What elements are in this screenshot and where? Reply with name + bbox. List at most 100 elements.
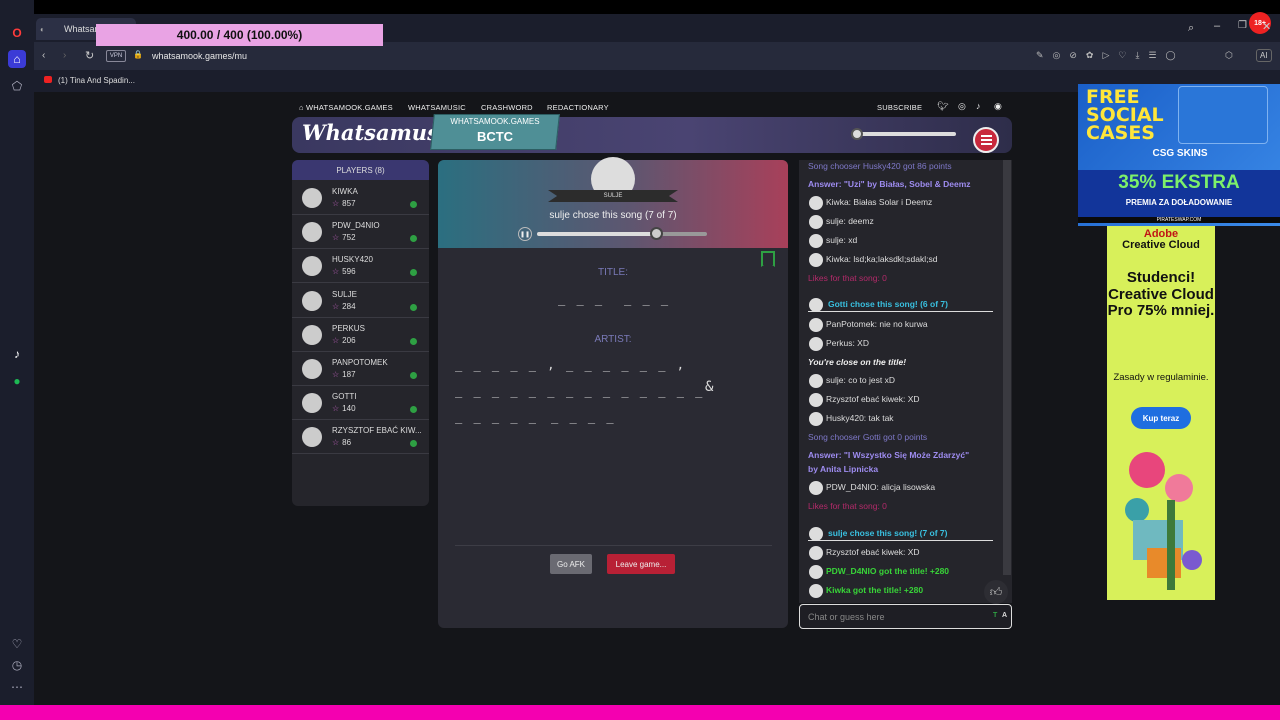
nav-home[interactable]: ⌂ WHATSAMOOK.GAMES [299, 103, 393, 112]
nav-whatsamusic[interactable]: WHATSAMUSIC [408, 103, 466, 112]
ad-adobe-cta[interactable]: Kup teraz [1131, 407, 1191, 429]
player-score: ☆ 187 [332, 370, 356, 379]
nav-home-label: WHATSAMOOK.GAMES [306, 103, 393, 112]
heart-icon[interactable]: ♡ [8, 635, 26, 653]
online-status-icon [410, 440, 417, 448]
chat-avatar [809, 481, 823, 495]
search-icon[interactable]: ⌕ [1188, 22, 1194, 35]
chat-avatar [809, 584, 823, 598]
volume-knob[interactable] [851, 128, 863, 140]
chat-avatar [809, 318, 823, 332]
player-score: ☆ 86 [332, 438, 351, 447]
lock-icon[interactable]: 🔒 [133, 50, 143, 59]
youtube-icon [44, 76, 52, 83]
player-name: PERKUS [332, 323, 365, 333]
minimize-icon[interactable]: – [1214, 20, 1220, 32]
song-progress-knob[interactable] [650, 227, 663, 240]
ampersand: & [705, 379, 716, 395]
artist-blank: _ _ _ _ _ _ _ _ [566, 384, 705, 398]
chat-avatar [809, 337, 823, 351]
chose-song-text: sulje chose this song (7 of 7) [549, 210, 677, 221]
chat-input-box[interactable] [799, 604, 1012, 629]
chat-avatar [809, 546, 823, 560]
url-field[interactable]: whatsamook.games/mu [152, 46, 1032, 66]
chat-avatar [809, 393, 823, 407]
chat-scrollbar[interactable] [1003, 160, 1011, 575]
chat-message-msg: PDW_D4NIO: alicja lisowska [826, 482, 936, 492]
bottom-magenta-strip [0, 705, 1280, 720]
chat-separator [808, 540, 993, 541]
chat-message-msg: sulje: xd [826, 235, 858, 245]
chat-avatar [809, 412, 823, 426]
leave-game-button[interactable]: Leave game... [607, 554, 675, 574]
reload-icon[interactable]: ↻ [85, 49, 94, 62]
bookmark-item[interactable]: (1) Tina And Spadin... [58, 76, 135, 85]
player-row: PDW_D4NIO ☆ 752 [292, 215, 429, 250]
go-afk-button[interactable]: Go AFK [550, 554, 592, 574]
title-label: TITLE: [597, 267, 628, 278]
back-icon[interactable]: ‹ [42, 50, 45, 61]
player-score-value: 187 [342, 370, 356, 379]
restore-icon[interactable]: ❐ [1238, 20, 1247, 31]
chat-input[interactable] [808, 610, 978, 624]
history-icon[interactable]: ◷ [8, 656, 26, 674]
home-icon[interactable]: ⌂ [8, 50, 26, 68]
nav-crashword[interactable]: CRASHWORD [481, 103, 533, 112]
top-black-strip [34, 0, 1280, 14]
game-divider [455, 545, 772, 546]
player-avatar [302, 256, 322, 277]
pin-icon[interactable]: ⬠ [8, 77, 26, 95]
instagram-icon[interactable]: ◎ [958, 101, 966, 112]
player-name: HUSKY420 [332, 255, 373, 265]
chat-message-chose: sulje chose this song! (7 of 7) [828, 528, 948, 538]
chat-message-msg: Perkus: XD [826, 338, 869, 348]
volume-slider[interactable] [856, 132, 956, 136]
tiktok-site-icon[interactable]: ♪ [976, 101, 981, 111]
close-icon[interactable]: ✕ [1262, 20, 1271, 33]
nav-subscribe[interactable]: SUBSCRIBE [877, 103, 922, 112]
more-icon[interactable]: ⋯ [8, 678, 26, 696]
chat-message-sys: Song chooser Husky420 got 86 points [808, 161, 952, 171]
ai-button[interactable]: AI [1256, 49, 1272, 62]
ad-adobe-brand: Adobe Creative Cloud [1107, 229, 1215, 251]
chat-message-msg: sulje: deemz [826, 216, 874, 226]
tab-favicon-icon: ◐ [40, 24, 45, 34]
player-avatar [302, 359, 322, 379]
player-score: ☆ 596 [332, 267, 356, 276]
ad-offer: 35% EKSTRA [1118, 172, 1240, 193]
spotify-icon[interactable]: ● [8, 372, 26, 390]
pause-icon[interactable]: ❚❚ [518, 227, 532, 241]
chat-avatar [809, 298, 823, 312]
menu-button[interactable] [973, 127, 999, 153]
chooser-ribbon: SULJE [548, 190, 678, 202]
player-score: ☆ 206 [332, 336, 356, 345]
star-icon: ☆ [332, 438, 340, 448]
extension-icon[interactable]: ⬡ [1225, 50, 1233, 61]
player-score-value: 752 [342, 233, 356, 243]
chat-message-sys: Song chooser Gotti got 0 points [808, 432, 928, 442]
like-thumb-icon[interactable]: 👍︎ [984, 580, 1008, 604]
star-icon: ☆ [332, 301, 340, 311]
vpn-badge[interactable]: VPN [106, 50, 126, 62]
tiktok-icon[interactable]: ♪ [8, 345, 26, 363]
song-progress-bar[interactable] [537, 232, 707, 236]
discord-icon[interactable]: ◉ [994, 101, 1002, 112]
player-score: ☆ 752 [332, 233, 356, 242]
twitter-icon[interactable]: 🐦︎ [937, 101, 949, 112]
ad-case-image [1178, 86, 1268, 144]
star-icon: ☆ [332, 267, 340, 277]
opera-logo-icon[interactable]: O [8, 24, 26, 42]
chat-message-ans: Answer: "I Wszystko Się Może Zdarzyć" [808, 450, 970, 460]
forward-icon[interactable]: › [63, 50, 66, 61]
chat-message-got: PDW_D4NIO got the title! +280 [826, 566, 950, 576]
toolbar-icons[interactable]: ✎◎⊘✿▷♡⤓☰◯ [1036, 50, 1185, 61]
player-row: SULJE ☆ 284 [292, 284, 429, 318]
player-name: GOTTI [332, 392, 357, 402]
player-score-value: 284 [342, 301, 356, 311]
nav-redactionary[interactable]: REDACTIONARY [547, 103, 609, 112]
ad-footer: PIRATESWAP.COM [1078, 217, 1280, 223]
online-status-icon [410, 201, 417, 208]
online-status-icon [410, 269, 417, 277]
chat-message-msg: Rzysztof ebać kiwek: XD [826, 547, 920, 557]
player-name: RZYSZTOF EBAĆ KIW... [332, 426, 422, 436]
